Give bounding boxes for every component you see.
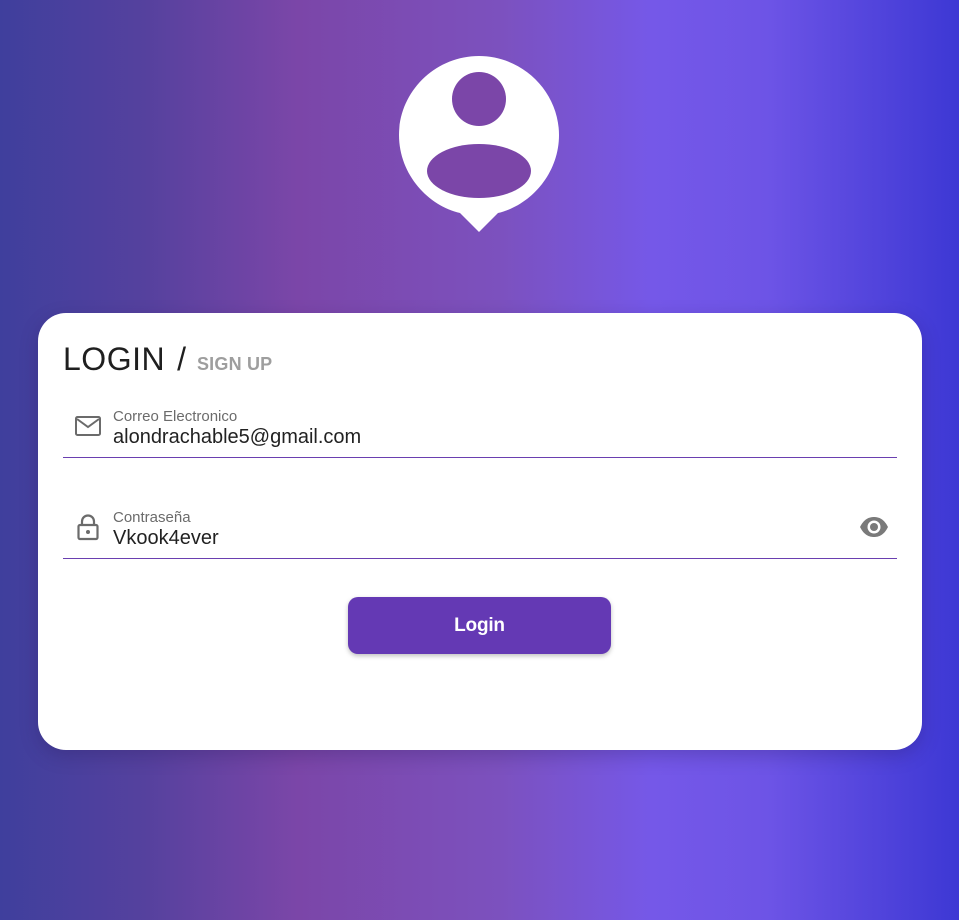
- password-field[interactable]: Contraseña: [63, 497, 897, 559]
- auth-tabs: LOGIN / SIGN UP: [63, 341, 272, 378]
- password-label: Contraseña: [113, 509, 191, 526]
- login-button[interactable]: Login: [348, 597, 611, 654]
- login-card: LOGIN / SIGN UP Correo Electronico Contr…: [38, 313, 922, 750]
- lock-icon: [74, 513, 102, 541]
- tab-signup[interactable]: SIGN UP: [197, 354, 272, 375]
- tab-separator: /: [177, 341, 186, 377]
- email-field[interactable]: Correo Electronico: [63, 396, 897, 458]
- email-label: Correo Electronico: [113, 408, 238, 425]
- mail-icon: [74, 412, 102, 440]
- tab-login[interactable]: LOGIN: [63, 341, 165, 378]
- user-location-pin-icon: [398, 54, 560, 234]
- eye-icon[interactable]: [859, 514, 889, 540]
- email-input[interactable]: [113, 426, 813, 449]
- password-input[interactable]: [113, 527, 813, 550]
